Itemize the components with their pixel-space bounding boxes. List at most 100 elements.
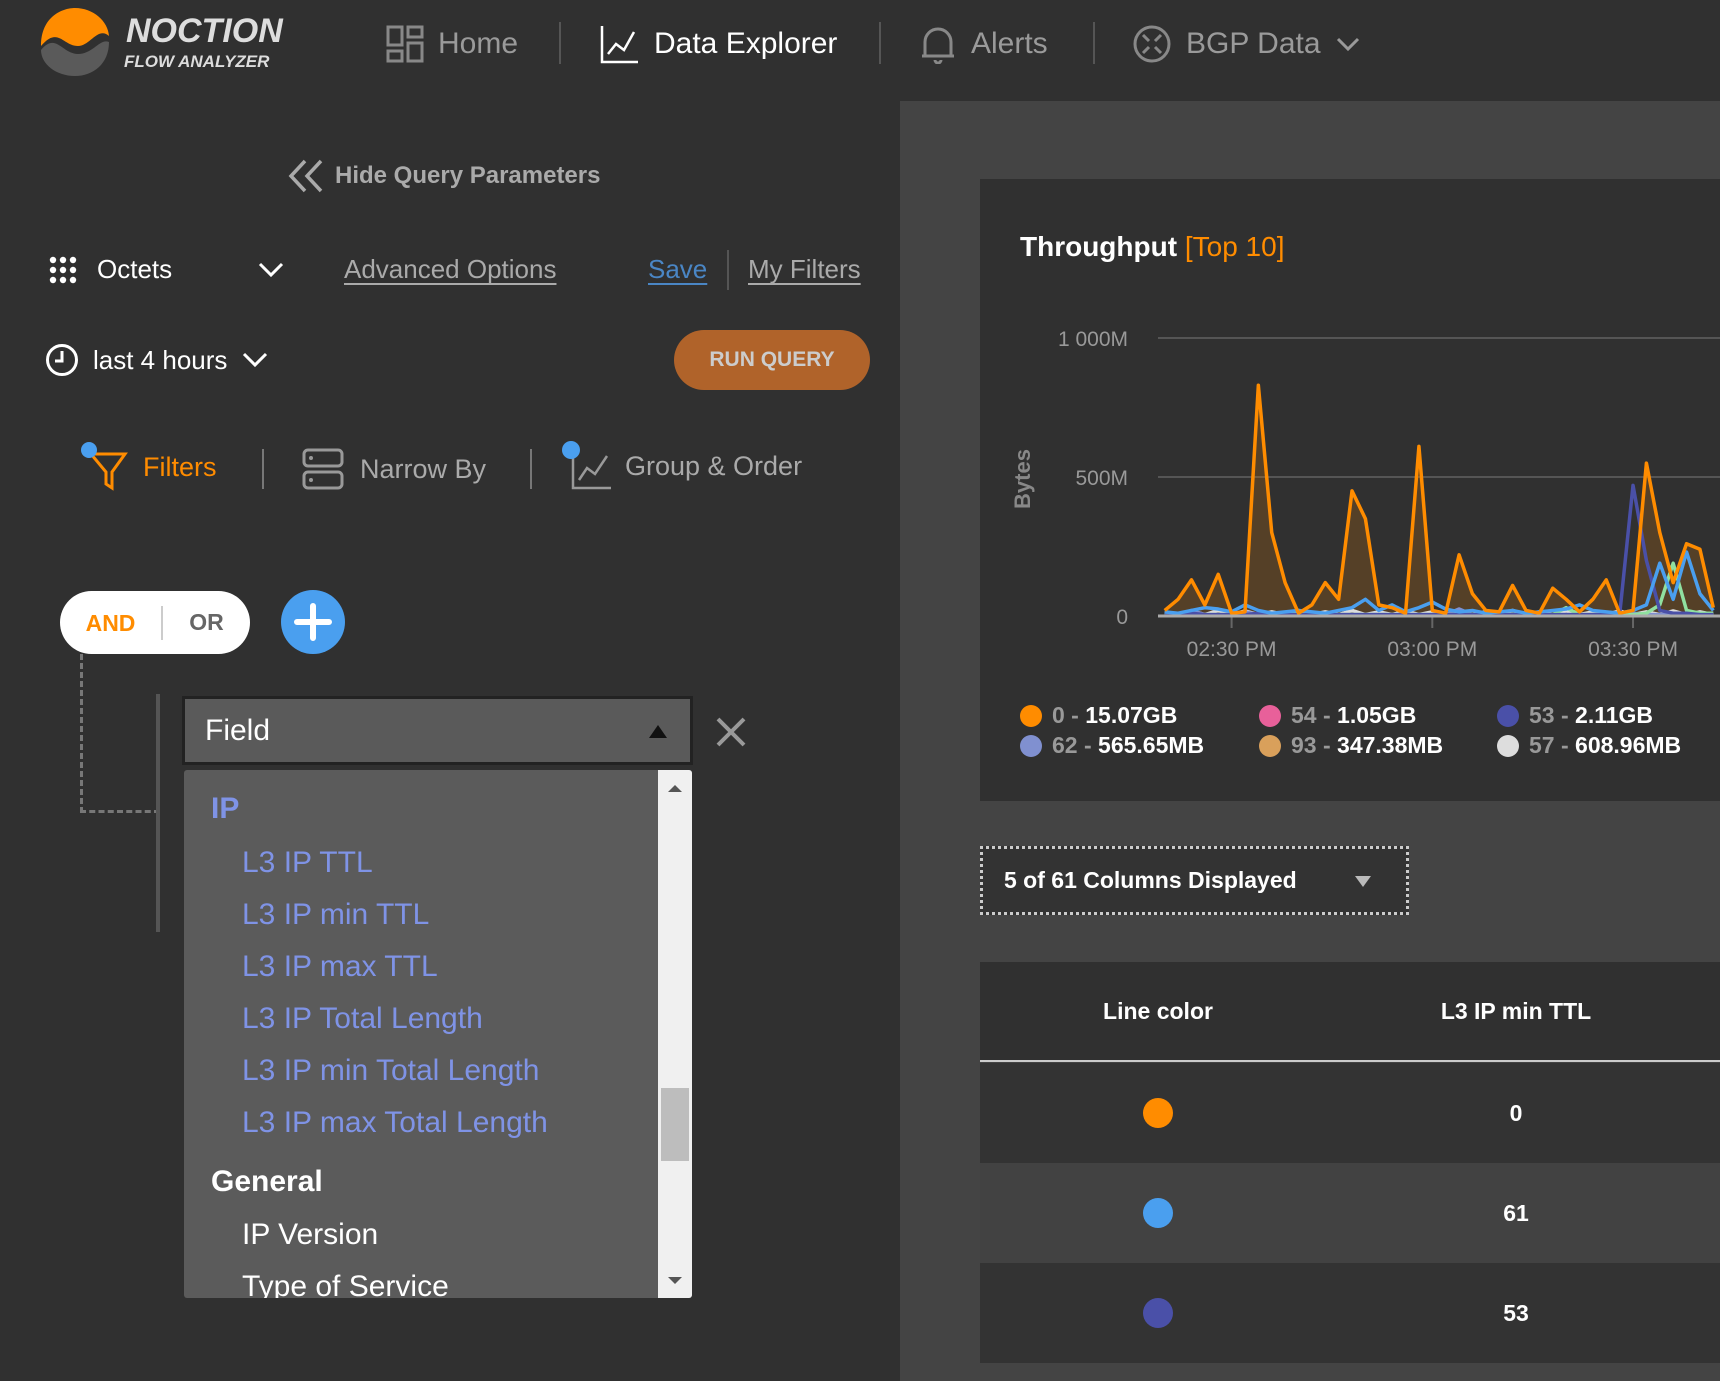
chevron-down-icon [1336, 37, 1359, 52]
advanced-options-link[interactable]: Advanced Options [344, 254, 556, 285]
legend-color-dot [1497, 734, 1519, 757]
hide-query-parameters-button[interactable]: Hide Query Parameters [287, 158, 600, 194]
tab-group-order[interactable]: Group & Order [561, 440, 802, 492]
caret-up-icon [649, 725, 667, 738]
chevron-down-icon [258, 262, 284, 277]
legend-key: 93 [1291, 732, 1317, 758]
nav-label: Alerts [971, 27, 1048, 60]
legend-key: 0 [1052, 702, 1065, 728]
dropdown-option[interactable]: IP Version [242, 1218, 378, 1252]
chevron-down-icon [243, 352, 268, 368]
y-tick-label: 1 000M [1058, 328, 1128, 351]
legend-item[interactable]: 53 - 2.11GB [1497, 702, 1653, 729]
scroll-down-arrow-icon[interactable] [667, 1276, 683, 1286]
legend-color-dot [1259, 734, 1281, 757]
legend-item[interactable]: 93 - 347.38MB [1259, 732, 1443, 759]
tab-narrow-by[interactable]: Narrow By [302, 448, 486, 490]
field-dropdown-list: IP L3 IP TTL L3 IP min TTL L3 IP max TTL L3 … [184, 770, 692, 1298]
logic-toggle: AND OR [60, 591, 250, 654]
throughput-chart-card: Throughput [Top 10] 0 500M 1 000M Bytes 02:3… [980, 179, 1720, 801]
double-chevron-left-icon [288, 159, 323, 193]
table-row[interactable]: 61 [980, 1163, 1720, 1263]
legend-color-dot [1497, 704, 1519, 727]
plus-icon [294, 603, 332, 641]
legend-value: 608.96MB [1575, 732, 1682, 758]
time-range-value: last 4 hours [93, 344, 228, 375]
scroll-up-arrow-icon[interactable] [667, 783, 683, 793]
nav-data-explorer[interactable]: Data Explorer [600, 22, 837, 66]
tab-label: Group & Order [625, 450, 803, 481]
legend-value: 347.38MB [1337, 732, 1444, 758]
line-color-cell [980, 1263, 1336, 1363]
filter-icon [79, 442, 129, 492]
legend-value: 565.65MB [1098, 732, 1205, 758]
option-group-label: General [211, 1165, 323, 1198]
or-option[interactable]: OR [163, 609, 250, 636]
save-link[interactable]: Save [648, 254, 707, 285]
column-header-line-color[interactable]: Line color [980, 962, 1336, 1060]
nav-label: BGP Data [1186, 27, 1321, 60]
scrollbar[interactable] [658, 770, 692, 1298]
clock-icon [46, 344, 78, 376]
nav-alerts[interactable]: Alerts [919, 22, 1048, 66]
column-header-l3-ip-min-ttl[interactable]: L3 IP min TTL [1336, 962, 1696, 1060]
divider [727, 250, 729, 290]
tab-filters[interactable]: Filters [79, 442, 217, 492]
logo-title: NOCTION [126, 12, 283, 50]
scrollbar-thumb[interactable] [661, 1088, 689, 1161]
my-filters-link[interactable]: My Filters [748, 254, 861, 285]
dashboard-grid-icon [386, 25, 424, 63]
legend-key: 54 [1291, 702, 1317, 728]
legend-color-dot [1259, 704, 1281, 727]
legend-item[interactable]: 0 - 15.07GB [1020, 702, 1177, 729]
legend-key: 57 [1529, 732, 1555, 758]
legend-item[interactable]: 54 - 1.05GB [1259, 702, 1416, 729]
l3-ip-min-ttl-cell: 53 [1503, 1299, 1529, 1326]
table-row[interactable]: 53 [980, 1263, 1720, 1363]
legend-color-dot [1020, 734, 1042, 757]
y-tick-label: 0 [1116, 606, 1128, 629]
metric-value: Octets [97, 254, 173, 284]
throughput-line-chart[interactable]: 0 500M 1 000M Bytes 02:30 PM 03:00 PM 03:30 PM [980, 179, 1720, 699]
table-header: Line color L3 IP min TTL [980, 962, 1720, 1062]
y-axis-label: Bytes [1010, 449, 1035, 509]
dropdown-option[interactable]: L3 IP min Total Length [242, 1054, 539, 1088]
metric-select[interactable]: Octets [49, 254, 285, 285]
line-color-dot [1143, 1098, 1173, 1128]
line-color-dot [1143, 1198, 1173, 1228]
field-select[interactable]: Field [182, 696, 693, 765]
and-option[interactable]: AND [60, 605, 163, 640]
l3-ip-min-ttl-cell: 0 [1509, 1099, 1523, 1126]
option-group-label: IP [211, 792, 240, 825]
table-row[interactable]: 0 [980, 1063, 1720, 1163]
legend-item[interactable]: 62 - 565.65MB [1020, 732, 1204, 759]
run-query-button[interactable]: RUN QUERY [674, 330, 870, 390]
grid-dots-icon [49, 256, 77, 283]
columns-displayed-dropdown[interactable]: 5 of 61 Columns Displayed [980, 846, 1409, 915]
nav-bgp-data[interactable]: BGP Data [1132, 22, 1361, 66]
time-range-select[interactable]: last 4 hours [45, 343, 269, 377]
dropdown-option[interactable]: Type of Service [242, 1270, 449, 1298]
dropdown-option[interactable]: L3 IP Total Length [242, 1002, 483, 1036]
columns-displayed-label: 5 of 61 Columns Displayed [1004, 867, 1297, 893]
logo[interactable]: NOCTION FLOW ANALYZER [38, 6, 298, 78]
hide-query-label: Hide Query Parameters [335, 162, 601, 189]
dropdown-option[interactable]: L3 IP min TTL [242, 898, 429, 932]
x-tick-label: 03:00 PM [1387, 638, 1477, 661]
add-filter-button[interactable] [281, 590, 345, 654]
dropdown-option[interactable]: L3 IP max Total Length [242, 1106, 548, 1140]
remove-filter-close-icon[interactable] [715, 716, 747, 748]
run-query-label: RUN QUERY [709, 348, 835, 371]
nav-home[interactable]: Home [386, 22, 518, 66]
y-tick-label: 500M [1075, 467, 1128, 490]
divider [879, 22, 881, 64]
dropdown-option[interactable]: L3 IP TTL [242, 846, 373, 880]
line-color-cell [980, 1063, 1336, 1163]
field-select-value: Field [205, 713, 271, 747]
tree-connector [80, 654, 160, 813]
line-color-dot [1143, 1298, 1173, 1328]
dropdown-option[interactable]: L3 IP max TTL [242, 950, 438, 984]
legend-item[interactable]: 57 - 608.96MB [1497, 732, 1681, 759]
nav-label: Data Explorer [654, 27, 838, 60]
legend-key: 53 [1529, 702, 1555, 728]
